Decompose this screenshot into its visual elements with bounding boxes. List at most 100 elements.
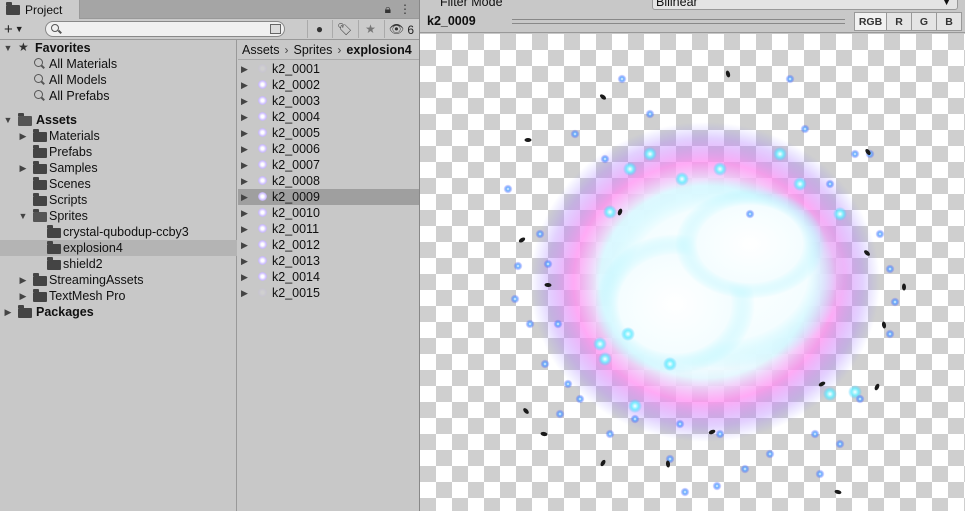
expand-arrow-icon[interactable]: ▶ <box>241 256 248 267</box>
hidden-packages-button[interactable]: 👁︎ 6 <box>384 20 418 38</box>
expand-arrow-icon[interactable]: ▼ <box>3 43 13 53</box>
expand-arrow-icon[interactable]: ▶ <box>241 240 248 251</box>
expand-arrow-icon[interactable]: ▼ <box>18 211 28 221</box>
expand-arrow-icon[interactable]: ▶ <box>241 96 248 107</box>
sprite-preview-canvas[interactable] <box>420 34 965 511</box>
expand-arrow-icon[interactable]: ▶ <box>241 208 248 219</box>
channel-rgb-button[interactable]: RGB <box>854 12 887 31</box>
file-item[interactable]: ▶ k2_0005 <box>238 125 419 141</box>
explosion-sprite-image <box>503 70 907 497</box>
filter-mode-dropdown[interactable]: Bilinear ▼ <box>652 0 958 10</box>
chevron-down-icon: ▼ <box>14 24 24 34</box>
expand-arrow-icon[interactable]: ▶ <box>241 80 248 91</box>
expand-arrow-icon[interactable]: ▶ <box>241 112 248 123</box>
file-item-label: k2_0008 <box>272 174 320 188</box>
breadcrumb-current[interactable]: explosion4 <box>346 43 411 57</box>
tree-item-scripts[interactable]: Scripts <box>0 192 237 208</box>
expand-arrow-icon[interactable]: ▼ <box>3 115 13 125</box>
channel-r-button[interactable]: R <box>886 12 912 31</box>
expand-arrow-icon[interactable]: ▶ <box>241 64 248 75</box>
channel-b-button[interactable]: B <box>936 12 962 31</box>
tree-item-sprites[interactable]: ▼ Sprites <box>0 208 237 224</box>
file-item[interactable]: ▶ k2_0014 <box>238 269 419 285</box>
create-button[interactable]: + ▼ <box>4 20 34 38</box>
filter-by-type-button[interactable]: ● <box>307 20 331 38</box>
collapse-arrow-icon[interactable]: ▶ <box>18 131 28 142</box>
tree-item-all-materials[interactable]: All Materials <box>0 56 237 72</box>
search-box[interactable] <box>45 21 285 37</box>
folder-icon <box>47 225 61 238</box>
expand-arrow-icon[interactable]: ▶ <box>241 288 248 299</box>
sprite-thumbnail-icon <box>258 176 267 185</box>
expand-arrow-icon[interactable]: ▶ <box>241 160 248 171</box>
file-item[interactable]: ▶ k2_0010 <box>238 205 419 221</box>
tree-item-explosion4[interactable]: explosion4 <box>0 240 237 256</box>
tab-project[interactable]: Project <box>0 0 80 20</box>
project-panel: Project 🔒︎ ⋮ + ▼ ● 🏷︎ ★ 👁︎ 6 ▼ ★ Favorit… <box>0 0 419 511</box>
file-item[interactable]: ▶ k2_0001 <box>238 61 419 77</box>
file-list-panel: Assets › Sprites › explosion4 ▶ k2_0001 ▶ k… <box>238 40 419 511</box>
expand-arrow-icon[interactable]: ▶ <box>241 224 248 235</box>
tree-item-textmeshpro[interactable]: ▶ TextMesh Pro <box>0 288 237 304</box>
expand-arrow-icon[interactable]: ▶ <box>241 144 248 155</box>
expand-arrow-icon[interactable]: ▶ <box>241 272 248 283</box>
tree-assets-label: Assets <box>36 113 77 127</box>
plus-icon: + <box>4 20 13 38</box>
expand-arrow-icon[interactable]: ▶ <box>241 128 248 139</box>
tree-item-prefabs[interactable]: Prefabs <box>0 144 237 160</box>
expand-arrow-icon[interactable]: ▶ <box>241 192 248 203</box>
file-item[interactable]: ▶ k2_0009 <box>238 189 419 205</box>
collapse-arrow-icon[interactable]: ▶ <box>18 291 28 302</box>
sprite-thumbnail-icon <box>258 224 267 233</box>
filter-by-label-button[interactable]: 🏷︎ <box>332 20 356 38</box>
tree-packages[interactable]: ▶ Packages <box>0 304 237 320</box>
collapse-arrow-icon[interactable]: ▶ <box>3 307 13 318</box>
star-icon: ★ <box>18 40 29 54</box>
file-item[interactable]: ▶ k2_0002 <box>238 77 419 93</box>
tree-item-streamingassets[interactable]: ▶ StreamingAssets <box>0 272 237 288</box>
favorite-button[interactable]: ★ <box>358 20 382 38</box>
channel-g-button[interactable]: G <box>911 12 937 31</box>
file-item-label: k2_0007 <box>272 158 320 172</box>
eye-hidden-icon: 👁︎ <box>389 22 405 36</box>
file-item[interactable]: ▶ k2_0008 <box>238 173 419 189</box>
search-input[interactable] <box>62 22 267 36</box>
sprite-thumbnail-icon <box>258 128 267 137</box>
tree-item-shield2[interactable]: shield2 <box>0 256 237 272</box>
file-item[interactable]: ▶ k2_0013 <box>238 253 419 269</box>
search-icon <box>51 24 59 32</box>
file-item[interactable]: ▶ k2_0012 <box>238 237 419 253</box>
tree-item-all-prefabs[interactable]: All Prefabs <box>0 88 237 104</box>
tree-item-all-models[interactable]: All Models <box>0 72 237 88</box>
file-item[interactable]: ▶ k2_0015 <box>238 285 419 301</box>
tree-item-samples[interactable]: ▶ Samples <box>0 160 237 176</box>
preview-drag-handle[interactable] <box>512 19 845 24</box>
file-item-label: k2_0001 <box>272 62 320 76</box>
folder-open-icon <box>18 113 32 126</box>
lock-icon[interactable]: 🔒︎ <box>385 2 391 17</box>
tree-assets[interactable]: ▼ Assets <box>0 112 237 128</box>
tree-favorites[interactable]: ▼ ★ Favorites <box>0 40 237 56</box>
tree-item-crystal[interactable]: crystal-qubodup-ccby3 <box>0 224 237 240</box>
folder-icon <box>33 193 47 206</box>
file-item[interactable]: ▶ k2_0007 <box>238 157 419 173</box>
hidden-count: 6 <box>407 23 414 37</box>
file-item[interactable]: ▶ k2_0006 <box>238 141 419 157</box>
breadcrumb-item[interactable]: Assets <box>242 43 280 57</box>
folder-icon <box>47 257 61 270</box>
file-item[interactable]: ▶ k2_0003 <box>238 93 419 109</box>
collapse-arrow-icon[interactable]: ▶ <box>18 275 28 286</box>
tree-favorites-label: Favorites <box>35 41 91 55</box>
collapse-arrow-icon[interactable]: ▶ <box>18 163 28 174</box>
expand-arrow-icon[interactable]: ▶ <box>241 176 248 187</box>
breadcrumb-item[interactable]: Sprites <box>294 43 333 57</box>
file-item[interactable]: ▶ k2_0004 <box>238 109 419 125</box>
tree-item-materials[interactable]: ▶ Materials <box>0 128 237 144</box>
star-icon: ★ <box>365 22 376 36</box>
search-by-type-icon[interactable] <box>270 24 281 34</box>
more-menu-icon[interactable]: ⋮ <box>399 2 411 17</box>
sprite-thumbnail-icon <box>258 272 267 281</box>
tree-item-scenes[interactable]: Scenes <box>0 176 237 192</box>
file-item[interactable]: ▶ k2_0011 <box>238 221 419 237</box>
folder-icon <box>6 2 20 15</box>
